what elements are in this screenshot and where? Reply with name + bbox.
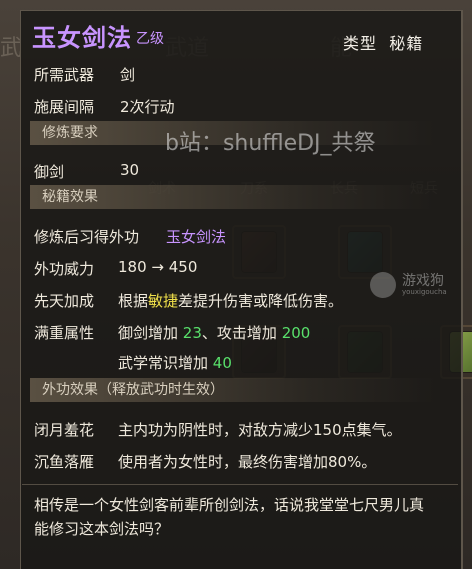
game-screen: 武 武道 能 剑术 刀系 长兵 短兵 玉女剑法 乙级 类型 秘籍 所需武器 剑 …: [0, 0, 472, 569]
learn-value: 玉女剑法: [166, 228, 227, 246]
logo-icon: [370, 272, 396, 298]
site-logo: 游戏狗 youxigoucha: [370, 270, 472, 300]
martial-2-text: 使用者为女性时，最终伤害增加80%。: [118, 453, 377, 471]
watermark-text: b站：shuffleDJ_共祭: [165, 131, 376, 156]
section-martial-effect: 外功效果（释放武功时生效）: [30, 378, 435, 402]
req-interval-value: 2次行动: [120, 98, 175, 116]
innate-post: 差提升伤害或降低伤害。: [178, 292, 344, 310]
type-label: 类型: [343, 34, 378, 53]
learn-label: 修炼后习得外功: [34, 228, 140, 246]
full-line-1: 御剑增加 23、攻击增加 200: [118, 322, 310, 343]
martial-1-text: 主内功为阴性时，对敌方减少150点集气。: [118, 421, 402, 439]
req-weapon-value: 剑: [120, 66, 136, 84]
full-a-value: 23: [182, 324, 202, 342]
innate-text: 根据敏捷差提升伤害或降低伤害。: [118, 290, 343, 311]
divider: [22, 484, 458, 485]
skill-type: 类型 秘籍: [343, 30, 423, 54]
logo-sub: youxigoucha: [402, 288, 447, 296]
full-c-label: 武学常识增加: [118, 354, 209, 372]
innate-label: 先天加成: [34, 292, 95, 310]
logo-text: 游戏狗: [402, 273, 444, 289]
full-label: 满重属性: [34, 324, 95, 342]
full-c-value: 40: [212, 354, 232, 372]
power-label: 外功威力: [34, 260, 95, 278]
full-a-label: 御剑增加: [118, 324, 179, 342]
req-weapon-label: 所需武器: [34, 66, 95, 84]
martial-1-label: 闭月羞花: [34, 421, 95, 439]
innate-pre: 根据: [118, 292, 149, 310]
full-b-value: 200: [281, 324, 311, 342]
skill-grade: 乙级: [136, 31, 164, 47]
skill-name: 玉女剑法: [32, 24, 132, 52]
section-secret-effect: 秘籍效果: [30, 185, 435, 209]
martial-2-label: 沉鱼落雁: [34, 453, 95, 471]
bg-tab-martial[interactable]: 武: [0, 30, 22, 62]
full-line-2: 武学常识增加 40: [118, 352, 232, 373]
training-value: 30: [120, 161, 140, 179]
power-value: 180 → 450: [118, 258, 198, 276]
req-interval-label: 施展间隔: [34, 98, 95, 116]
training-label: 御剑: [34, 163, 65, 181]
type-value: 秘籍: [389, 34, 424, 53]
full-sep: 、攻击增加: [201, 324, 277, 342]
skill-description: 相传是一个女性剑客前辈所创剑法，话说我堂堂七尺男儿真能修习这本剑法吗？: [34, 496, 425, 538]
innate-attr: 敏捷: [148, 292, 179, 310]
